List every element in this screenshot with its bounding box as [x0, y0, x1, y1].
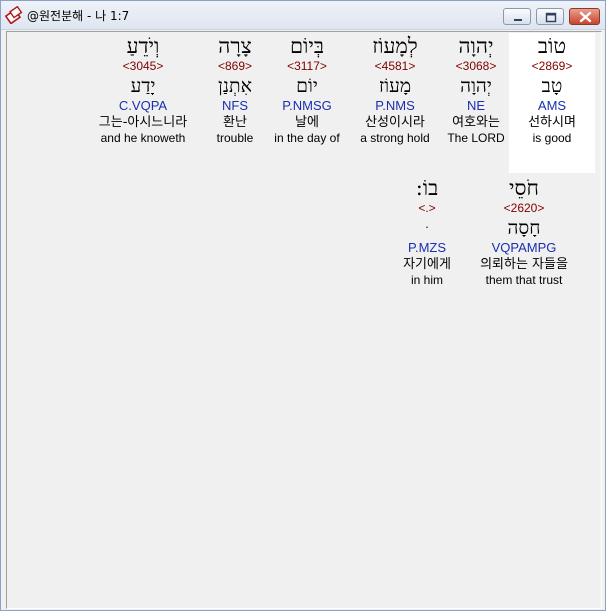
lemma: ּ — [384, 216, 470, 240]
english-gloss: them that trust — [485, 273, 563, 287]
korean-gloss: 선하시며 — [528, 115, 576, 130]
strong-number[interactable]: <869> — [192, 59, 278, 73]
hebrew-word: צָרָה — [218, 34, 252, 58]
lemma: יְהוָה — [460, 75, 492, 97]
lemma: טָב — [541, 75, 563, 97]
close-button[interactable] — [569, 8, 600, 25]
morphology-code[interactable]: P.MZS — [384, 240, 470, 256]
korean-gloss: 산성이시라 — [365, 115, 425, 130]
strong-number[interactable]: <3068> — [433, 59, 519, 73]
minimize-button[interactable] — [503, 8, 531, 25]
app-window: @원전분해 - 나 1:7 טוֹב <2869> טָב AMS 선하시며 i… — [0, 0, 606, 611]
english-gloss: a strong hold — [360, 131, 430, 145]
maximize-button[interactable] — [536, 8, 564, 25]
hebrew-word: טוֹב — [537, 34, 567, 58]
word-block[interactable]: יְהוָה <3068> יְהוָה NE 여호와는 The LORD — [433, 33, 519, 146]
korean-gloss: 자기에게 — [403, 257, 451, 272]
english-gloss: in him — [410, 273, 443, 287]
strong-number[interactable]: <4581> — [352, 59, 438, 73]
interlinear-pane: טוֹב <2869> טָב AMS 선하시며 is good יְהוָה … — [6, 31, 602, 609]
english-gloss: The LORD — [447, 131, 505, 145]
word-block[interactable]: וְיֹדֵעַ <3045> יָדַע C.VQPA 그는-아시느니라 an… — [83, 33, 203, 146]
morphology-code[interactable]: VQPAMPG — [464, 240, 584, 256]
lemma: חָסָה — [507, 217, 541, 239]
korean-gloss: 그는-아시느니라 — [98, 115, 188, 130]
english-gloss: trouble — [216, 131, 254, 145]
english-gloss: is good — [532, 131, 572, 145]
morphology-code[interactable]: NE — [433, 98, 519, 114]
hebrew-word: לְמָעוֹז — [372, 34, 418, 58]
window-title: @원전분해 - 나 1:7 — [27, 9, 130, 23]
morphology-code[interactable]: AMS — [509, 98, 595, 114]
app-icon — [4, 5, 23, 25]
word-block[interactable]: חֹסֵי <2620> חָסָה VQPAMPG 의뢰하는 자들을 them… — [464, 175, 584, 288]
word-block[interactable]: טוֹב <2869> טָב AMS 선하시며 is good — [509, 33, 595, 173]
hebrew-word: וְיֹדֵעַ — [126, 34, 160, 58]
morphology-code[interactable]: P.NMS — [352, 98, 438, 114]
hebrew-word: יְהוָה — [458, 34, 494, 58]
strong-number[interactable]: <3045> — [83, 59, 203, 73]
morphology-code[interactable]: NFS — [192, 98, 278, 114]
lemma: מָעוֹז — [378, 75, 412, 97]
word-block[interactable]: לְמָעוֹז <4581> מָעוֹז P.NMS 산성이시라 a str… — [352, 33, 438, 146]
lemma: יָדַע — [130, 75, 156, 97]
korean-gloss: 여호와는 — [452, 115, 500, 130]
word-block[interactable]: צָרָה <869> אִתְנַן NFS 환난 trouble — [192, 33, 278, 146]
korean-gloss: 환난 — [223, 115, 247, 130]
strong-number[interactable]: <2620> — [464, 201, 584, 215]
korean-gloss: 의뢰하는 자들을 — [480, 257, 568, 272]
title-bar[interactable]: @원전분해 - 나 1:7 — [1, 1, 605, 30]
strong-number[interactable]: <.> — [384, 201, 470, 215]
morphology-code[interactable]: C.VQPA — [83, 98, 203, 114]
hebrew-word: בוֹ: — [415, 176, 439, 200]
hebrew-word: חֹסֵי — [509, 176, 539, 200]
word-block[interactable]: בוֹ: <.> ּ P.MZS 자기에게 in him — [384, 175, 470, 288]
english-gloss: and he knoweth — [100, 131, 186, 145]
strong-number[interactable]: <2869> — [509, 59, 595, 73]
lemma: אִתְנַן — [217, 75, 252, 97]
